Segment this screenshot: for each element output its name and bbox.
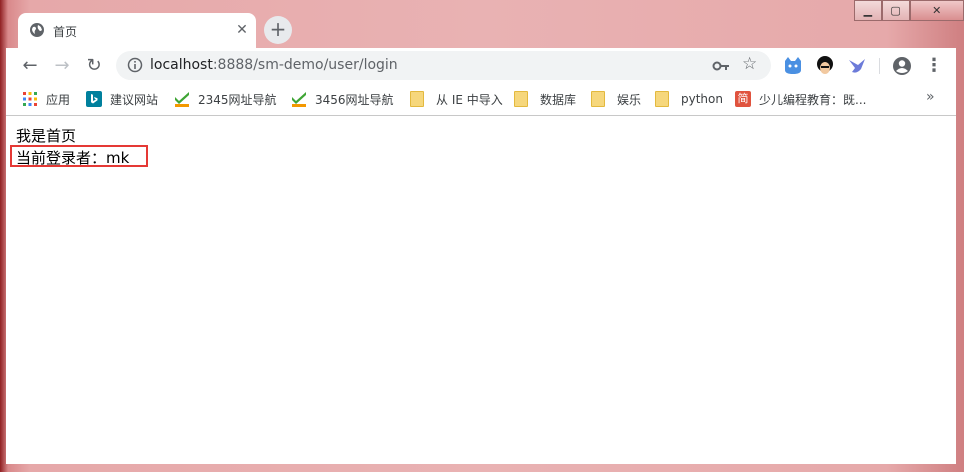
page-content: 我是首页 当前登录者：mk <box>6 116 956 464</box>
reload-button[interactable]: ↻ <box>83 55 105 77</box>
bird-extension-icon[interactable] <box>846 55 868 77</box>
bookmark-label: 数据库 <box>540 92 577 107</box>
bookmark-label: 应用 <box>46 92 71 107</box>
bookmark-label: 3456网址导航 <box>315 92 394 107</box>
bookmark-folder-ie-import[interactable]: 从 IE 中导入 <box>410 90 503 108</box>
url-text[interactable]: localhost:8888/sm-demo/user/login <box>150 57 398 73</box>
home-heading: 我是首页 <box>16 127 77 145</box>
key-icon[interactable] <box>712 58 730 74</box>
hao-icon <box>175 92 189 107</box>
minimize-button[interactable]: ▁ <box>854 0 882 21</box>
bookmark-suggested-sites[interactable]: 建议网站 <box>86 90 158 108</box>
bookmark-label: python <box>681 92 723 106</box>
folder-icon <box>655 91 669 107</box>
bookmarks-bar: 应用 建议网站 2345网址导航 3456网址导航 从 IE 中导入 数据库 娱… <box>6 84 956 116</box>
apps-grid-icon <box>23 92 37 106</box>
toolbar: ← → ↻ localhost:8888/sm-demo/user/login … <box>6 48 956 84</box>
bookmark-label: 建议网站 <box>110 92 159 107</box>
profile-avatar-icon[interactable] <box>891 55 913 77</box>
tab-title: 首页 <box>53 25 78 39</box>
bookmark-2345[interactable]: 2345网址导航 <box>174 90 277 108</box>
bookmark-folder-python[interactable]: python <box>655 90 723 108</box>
tab-strip: 首页 ✕ + ▁ ▢ ✕ <box>0 0 964 48</box>
back-button[interactable]: ← <box>19 55 41 77</box>
bookmark-label: 娱乐 <box>617 92 642 107</box>
tab-close-icon[interactable]: ✕ <box>234 22 250 38</box>
browser-window: 首页 ✕ + ▁ ▢ ✕ ← → ↻ localhost:8888/sm-dem… <box>0 0 964 472</box>
bookmark-label: 从 IE 中导入 <box>436 92 503 107</box>
folder-icon <box>514 91 528 107</box>
bookmark-label: 2345网址导航 <box>198 92 277 107</box>
address-bar[interactable]: localhost:8888/sm-demo/user/login ☆ <box>116 51 771 80</box>
info-icon[interactable] <box>127 57 143 73</box>
globe-icon <box>30 23 44 37</box>
window-controls: ▁ ▢ ✕ <box>854 0 964 21</box>
current-user-text: 当前登录者：mk <box>16 149 130 167</box>
bookmark-folder-database[interactable]: 数据库 <box>514 90 576 108</box>
url-host: localhost <box>150 57 213 73</box>
bookmark-3456[interactable]: 3456网址导航 <box>291 90 394 108</box>
bookmark-folder-entertainment[interactable]: 娱乐 <box>591 90 641 108</box>
maximize-button[interactable]: ▢ <box>881 0 910 21</box>
url-path: :8888/sm-demo/user/login <box>212 57 398 73</box>
bing-icon <box>86 91 102 107</box>
bookmark-star-icon[interactable]: ☆ <box>742 54 757 74</box>
bookmarks-overflow-button[interactable]: » <box>926 89 935 105</box>
close-window-button[interactable]: ✕ <box>909 0 964 21</box>
folder-icon <box>591 91 605 107</box>
tab-home[interactable]: 首页 ✕ <box>18 13 256 48</box>
cat-extension-icon[interactable] <box>782 55 804 77</box>
afro-extension-icon[interactable] <box>814 55 836 77</box>
bookmark-apps[interactable]: 应用 <box>22 90 70 108</box>
forward-button[interactable]: → <box>51 55 73 77</box>
new-tab-button[interactable]: + <box>264 16 292 44</box>
bookmark-kids-coding[interactable]: 简 少儿编程教育：既... <box>735 90 866 108</box>
bookmark-label: 少儿编程教育：既... <box>759 92 867 107</box>
toolbar-separator <box>879 58 880 74</box>
folder-icon <box>410 91 424 107</box>
jian-icon: 简 <box>735 91 751 107</box>
menu-button[interactable]: ⋮ <box>923 55 945 77</box>
hao-icon <box>292 92 306 107</box>
